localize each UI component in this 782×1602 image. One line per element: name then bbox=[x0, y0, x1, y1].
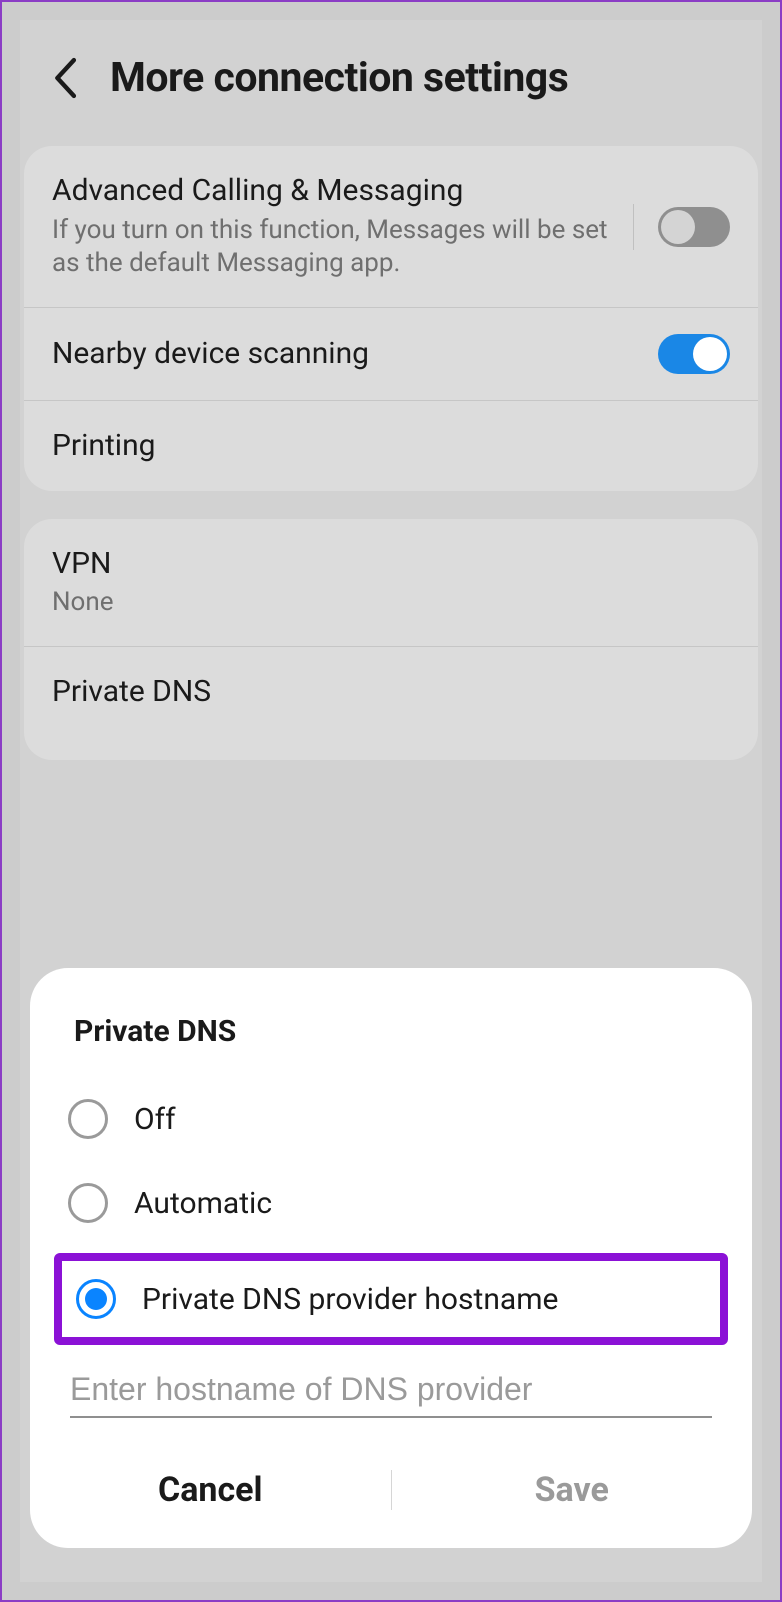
page-title: More connection settings bbox=[110, 54, 568, 102]
radio-icon bbox=[68, 1099, 108, 1139]
row-label: VPN bbox=[52, 545, 730, 583]
settings-card-2: VPN None Private DNS bbox=[24, 519, 758, 761]
radio-label: Off bbox=[134, 1102, 176, 1137]
radio-option-automatic[interactable]: Automatic bbox=[30, 1161, 752, 1245]
row-label: Advanced Calling & Messaging bbox=[52, 172, 619, 210]
row-private-dns[interactable]: Private DNS bbox=[24, 646, 758, 761]
row-sub: None bbox=[52, 586, 730, 620]
row-advanced-calling[interactable]: Advanced Calling & Messaging If you turn… bbox=[24, 146, 758, 307]
row-label: Nearby device scanning bbox=[52, 335, 644, 373]
settings-card-1: Advanced Calling & Messaging If you turn… bbox=[24, 146, 758, 491]
toggle-advanced-calling[interactable] bbox=[658, 207, 730, 247]
save-button[interactable]: Save bbox=[392, 1454, 753, 1526]
row-printing[interactable]: Printing bbox=[24, 400, 758, 491]
radio-label: Automatic bbox=[134, 1186, 272, 1221]
radio-icon bbox=[76, 1279, 116, 1319]
row-vpn[interactable]: VPN None bbox=[24, 519, 758, 646]
divider bbox=[633, 204, 634, 250]
row-label: Private DNS bbox=[52, 673, 730, 711]
radio-option-off[interactable]: Off bbox=[30, 1077, 752, 1161]
row-label: Printing bbox=[52, 427, 730, 465]
cancel-button[interactable]: Cancel bbox=[30, 1454, 391, 1526]
row-nearby-scanning[interactable]: Nearby device scanning bbox=[24, 307, 758, 400]
radio-icon bbox=[68, 1183, 108, 1223]
dns-hostname-input[interactable] bbox=[70, 1371, 712, 1408]
row-sub: If you turn on this function, Messages w… bbox=[52, 214, 619, 282]
radio-option-hostname[interactable]: Private DNS provider hostname bbox=[54, 1253, 728, 1345]
back-icon[interactable] bbox=[50, 56, 84, 100]
private-dns-dialog: Private DNS Off Automatic Private DNS pr… bbox=[30, 968, 752, 1548]
radio-label: Private DNS provider hostname bbox=[142, 1282, 558, 1317]
toggle-nearby-scanning[interactable] bbox=[658, 334, 730, 374]
dialog-title: Private DNS bbox=[30, 1014, 752, 1077]
dns-hostname-field-wrap bbox=[70, 1371, 712, 1418]
